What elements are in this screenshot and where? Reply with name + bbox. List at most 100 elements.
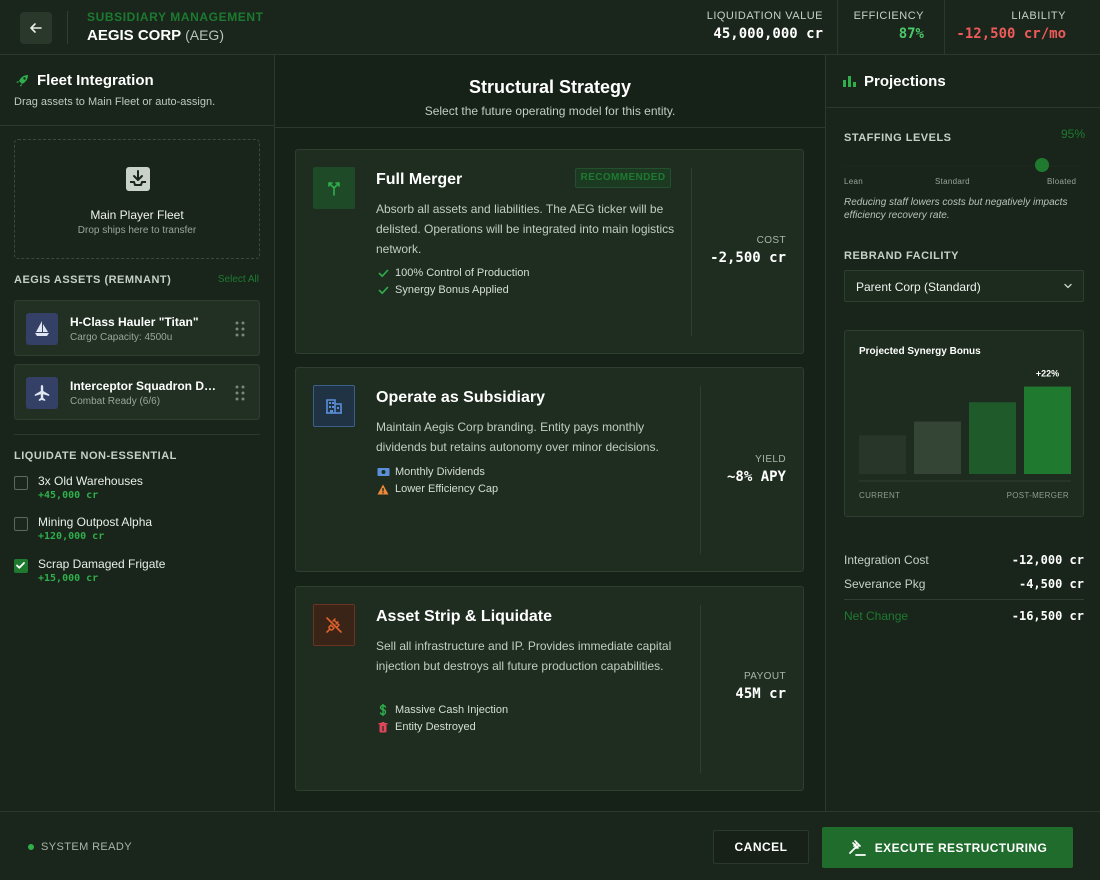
summary-row-net: Net Change -16,500 cr — [844, 609, 1084, 625]
drag-handle-icon[interactable] — [235, 385, 245, 401]
strategy-value-label: COST — [756, 235, 786, 246]
asset-icon-box — [26, 377, 58, 409]
strategy-icon-box — [313, 385, 355, 427]
check-icon — [16, 562, 25, 569]
check-icon — [378, 269, 388, 277]
unplug-icon — [326, 617, 342, 633]
main-fleet-dropzone[interactable]: Main Player Fleet Drop ships here to tra… — [14, 139, 260, 259]
rebrand-selected-value: Parent Corp (Standard) — [856, 280, 981, 294]
warning-icon — [377, 484, 389, 494]
asset-detail: Combat Ready (6/6) — [70, 396, 161, 407]
rebrand-label: REBRAND FACILITY — [844, 250, 959, 262]
fleet-integration-panel: Fleet Integration Drag assets to Main Fl… — [0, 55, 275, 811]
summary-divider — [844, 599, 1084, 600]
slider-label-lean: Lean — [844, 177, 863, 186]
liquidate-checkbox[interactable] — [14, 517, 28, 531]
arrow-left-icon — [30, 23, 42, 33]
liquidate-item[interactable]: Scrap Damaged Frigate +15,000 cr — [14, 557, 260, 589]
footer: SYSTEM READY CANCEL EXECUTE RESTRUCTURIN… — [0, 811, 1100, 880]
liquidate-checkbox[interactable] — [14, 559, 28, 573]
metric-efficiency: EFFICIENCY 87% — [854, 10, 924, 42]
strategy-title: Asset Strip & Liquidate — [376, 608, 553, 625]
strategy-title: Operate as Subsidiary — [376, 389, 545, 406]
metric-value: 87% — [898, 26, 924, 42]
summary-value: -4,500 cr — [1018, 577, 1084, 591]
strategy-title: Structural Strategy — [468, 77, 632, 97]
building-icon — [326, 399, 342, 414]
company-title: AEGIS CORP (AEG) — [87, 27, 224, 44]
card-divider — [700, 605, 701, 773]
fleet-panel-header: Fleet Integration Drag assets to Main Fl… — [0, 55, 274, 126]
cash-icon — [377, 468, 389, 476]
company-ticker: (AEG) — [185, 27, 224, 43]
metric-label: LIABILITY — [1011, 10, 1066, 22]
feature-text: Lower Efficiency Cap — [395, 483, 499, 495]
metric-label: EFFICIENCY — [853, 10, 924, 22]
projections-title: Projections — [864, 73, 946, 90]
feature-text: Entity Destroyed — [395, 721, 476, 733]
card-divider — [691, 168, 692, 336]
liquidate-item[interactable]: 3x Old Warehouses +45,000 cr — [14, 474, 260, 506]
net-change-value: -16,500 cr — [1011, 609, 1084, 623]
rocket-icon — [16, 75, 28, 87]
back-button[interactable] — [20, 12, 52, 44]
metric-liquidation-value: LIQUIDATION VALUE 45,000,000 cr — [707, 10, 823, 42]
card-divider — [700, 386, 701, 554]
rebrand-facility-select[interactable]: Parent Corp (Standard) — [844, 270, 1084, 302]
chevron-down-icon — [1064, 283, 1072, 289]
strategy-card-asset-strip[interactable]: Asset Strip & Liquidate Sell all infrast… — [295, 586, 804, 791]
gavel-icon — [848, 839, 866, 856]
chart-x-label-current: CURRENT — [859, 491, 901, 500]
feature-text: 100% Control of Production — [395, 267, 530, 279]
chart-x-label-post-merger: POST-MERGER — [1006, 491, 1069, 500]
summary-row-integration: Integration Cost -12,000 cr — [844, 553, 1084, 569]
strategy-value-label: YIELD — [755, 454, 786, 465]
cancel-button[interactable]: CANCEL — [713, 830, 809, 864]
strategy-feature: Synergy Bonus Applied — [376, 284, 509, 296]
asset-name: H-Class Hauler "Titan" — [70, 315, 199, 329]
feature-text: Massive Cash Injection — [395, 704, 509, 716]
assets-section-label: AEGIS ASSETS (REMNANT) — [14, 274, 172, 286]
asset-card[interactable]: H-Class Hauler "Titan" Cargo Capacity: 4… — [14, 300, 260, 356]
strategy-header: Structural Strategy Select the future op… — [275, 55, 825, 128]
chart-annotation: +22% — [1036, 369, 1059, 379]
metric-label: LIQUIDATION VALUE — [706, 10, 823, 22]
strategy-value: 45M cr — [735, 686, 786, 702]
staffing-slider-thumb[interactable] — [1035, 158, 1050, 172]
dollar-icon — [379, 704, 387, 716]
status-indicator — [28, 844, 34, 850]
asset-card[interactable]: Interceptor Squadron Delta Combat Ready … — [14, 364, 260, 420]
strategy-card-full-merger[interactable]: Full Merger RECOMMENDED Absorb all asset… — [295, 149, 804, 354]
strategy-feature: Entity Destroyed — [376, 721, 476, 733]
select-all-link[interactable]: Select All — [218, 274, 259, 285]
summary-label: Integration Cost — [844, 553, 929, 567]
bar-chart-icon — [843, 76, 856, 87]
asset-detail: Cargo Capacity: 4500u — [70, 332, 173, 343]
strategy-icon-box — [313, 167, 355, 209]
merge-icon — [328, 182, 340, 196]
summary-label: Severance Pkg — [844, 577, 926, 591]
strategy-subtitle: Select the future operating model for th… — [424, 104, 676, 118]
staffing-value: 95% — [1060, 127, 1085, 141]
drag-handle-icon[interactable] — [235, 321, 245, 337]
asset-icon-box — [26, 313, 58, 345]
strategy-value-label: PAYOUT — [743, 671, 786, 682]
chart-bar — [969, 402, 1016, 474]
metric-value: -12,500 cr/mo — [956, 26, 1066, 42]
metric-separator — [837, 0, 838, 55]
header-divider — [67, 11, 68, 44]
fleet-panel-title: Fleet Integration — [37, 72, 154, 89]
feature-text: Monthly Dividends — [395, 466, 485, 478]
asset-name: Interceptor Squadron Delta — [70, 379, 220, 393]
strategy-description: Maintain Aegis Corp branding. Entity pay… — [376, 420, 659, 454]
feature-text: Synergy Bonus Applied — [395, 284, 509, 296]
liquidate-item-name: 3x Old Warehouses — [38, 474, 143, 488]
chart-bar — [1024, 386, 1071, 474]
liquidate-item-name: Scrap Damaged Frigate — [38, 557, 166, 571]
execute-restructuring-button[interactable]: EXECUTE RESTRUCTURING — [822, 827, 1073, 868]
projections-header: Projections — [826, 55, 1100, 108]
liquidate-checkbox[interactable] — [14, 476, 28, 490]
strategy-card-subsidiary[interactable]: Operate as Subsidiary Maintain Aegis Cor… — [295, 367, 804, 572]
liquidate-item[interactable]: Mining Outpost Alpha +120,000 cr — [14, 515, 260, 547]
staffing-label: STAFFING LEVELS — [844, 132, 952, 144]
